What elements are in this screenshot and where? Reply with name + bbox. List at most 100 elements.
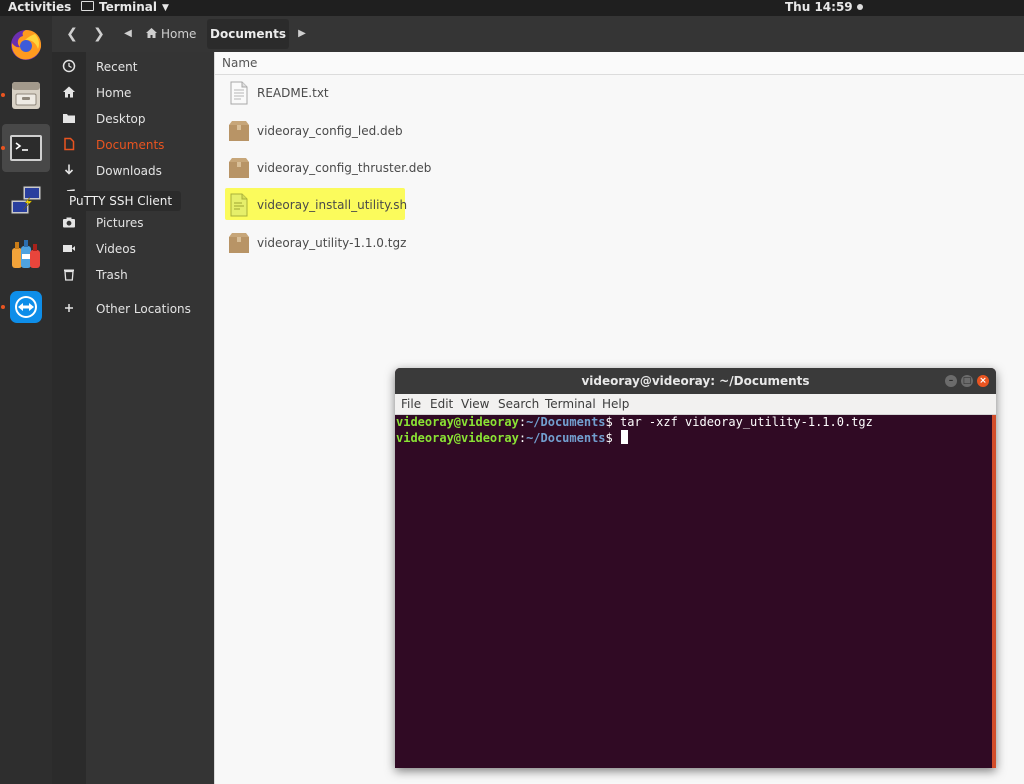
place-other-locations[interactable]: Other Locations: [52, 298, 214, 320]
chevron-down-icon: ▼: [162, 3, 169, 13]
dock-teamviewer[interactable]: [1, 283, 50, 331]
firefox-icon: [11, 30, 42, 60]
file-row[interactable]: videoray_install_utility.sh: [215, 187, 1024, 223]
file-row[interactable]: README.txt: [215, 75, 1024, 111]
place-label: Desktop: [96, 112, 146, 126]
dock-tooltip: PuTTY SSH Client: [60, 191, 182, 211]
path-left-arrow-icon[interactable]: ◀: [116, 20, 140, 48]
place-label: Downloads: [96, 164, 162, 178]
running-indicator: [1, 146, 5, 150]
document-icon: [64, 137, 75, 151]
terminal-menubar: File Edit View Search Terminal Help: [395, 394, 996, 415]
breadcrumb-home[interactable]: Home: [145, 20, 196, 48]
file-name: videoray_config_led.deb: [257, 124, 403, 138]
breadcrumb-home-label: Home: [161, 27, 197, 41]
dock-firefox[interactable]: [2, 20, 50, 68]
place-desktop[interactable]: Desktop: [52, 108, 214, 130]
prompt-separator: :: [518, 431, 527, 445]
prompt-user: videoray@videoray: [396, 431, 519, 445]
notification-dot-icon: [856, 4, 863, 10]
prompt-user: videoray@videoray: [396, 415, 519, 429]
place-label: Pictures: [96, 216, 144, 230]
forward-button[interactable]: ❯: [87, 20, 111, 48]
camera-icon: [63, 217, 75, 228]
text-cursor: [621, 430, 628, 444]
file-name: videoray_install_utility.sh: [257, 198, 408, 212]
file-name: videoray_config_thruster.deb: [257, 161, 432, 175]
package-icon: [229, 121, 249, 141]
dock-files[interactable]: [1, 71, 50, 119]
file-manager-header: ❮ ❯ ◀ Home Documents ▶: [52, 16, 1024, 52]
download-icon: [64, 164, 74, 175]
prompt-separator: :: [518, 415, 527, 429]
file-row[interactable]: videoray_utility-1.1.0.tgz: [215, 225, 1024, 261]
place-label: Trash: [96, 268, 128, 282]
place-label: Other Locations: [96, 302, 191, 316]
place-label: Recent: [96, 60, 138, 74]
terminal-titlebar[interactable]: videoray@videoray: ~/Documents – □ ×: [395, 368, 996, 394]
place-videos[interactable]: Videos: [52, 238, 214, 260]
clock-icon: [62, 59, 76, 73]
terminal-line: videoray@videoray:~/Documents$: [396, 430, 628, 446]
dock: [0, 16, 52, 784]
putty-icon: [10, 185, 42, 215]
clock[interactable]: Thu 14:59: [785, 0, 863, 16]
plus-icon: [65, 304, 73, 312]
menu-view[interactable]: View: [461, 394, 489, 414]
bottles-icon: [12, 240, 40, 268]
place-home[interactable]: Home: [52, 82, 214, 104]
dock-bottles[interactable]: [2, 230, 50, 278]
column-name-label: Name: [222, 56, 258, 70]
place-documents[interactable]: Documents: [52, 134, 214, 156]
prompt-path: ~/Documents: [526, 415, 606, 429]
place-label: Home: [96, 86, 132, 100]
minimize-button[interactable]: –: [945, 375, 957, 387]
file-name: README.txt: [257, 86, 329, 100]
file-row[interactable]: videoray_config_thruster.deb: [215, 150, 1024, 186]
video-icon: [63, 245, 75, 252]
maximize-button[interactable]: □: [961, 375, 973, 387]
breadcrumb-documents[interactable]: Documents: [207, 19, 289, 49]
terminal-icon: [10, 135, 42, 161]
command-text: tar -xzf videoray_utility-1.1.0.tgz: [620, 415, 873, 429]
menu-file[interactable]: File: [401, 394, 421, 414]
trash-icon: [64, 269, 74, 281]
prompt-symbol: $: [605, 431, 620, 445]
clock-label: Thu 14:59: [785, 0, 853, 14]
terminal-scrollbar[interactable]: [992, 415, 996, 768]
file-row[interactable]: videoray_config_led.deb: [215, 113, 1024, 149]
terminal-small-icon: [81, 1, 94, 11]
place-recent[interactable]: Recent: [52, 56, 214, 78]
place-label: Videos: [96, 242, 136, 256]
dock-putty[interactable]: [2, 177, 50, 225]
menu-help[interactable]: Help: [602, 394, 629, 414]
archive-icon: [229, 233, 249, 253]
app-menu[interactable]: Terminal ▼: [81, 0, 169, 16]
close-button[interactable]: ×: [977, 375, 989, 387]
text-file-icon: [230, 81, 248, 105]
terminal-window[interactable]: videoray@videoray: ~/Documents – □ × Fil…: [395, 368, 996, 768]
menu-search[interactable]: Search: [498, 394, 539, 414]
places-sidebar: Recent Home Desktop Documents Downloads …: [52, 52, 214, 784]
column-header[interactable]: Name: [215, 52, 1024, 75]
terminal-body[interactable]: videoray@videoray:~/Documents$ tar -xzf …: [395, 415, 992, 768]
menu-terminal[interactable]: Terminal: [545, 394, 596, 414]
home-icon: [63, 86, 75, 98]
folder-icon: [63, 114, 75, 123]
files-icon: [12, 82, 40, 109]
terminal-line: videoray@videoray:~/Documents$ tar -xzf …: [396, 415, 873, 430]
place-trash[interactable]: Trash: [52, 264, 214, 286]
teamviewer-icon: [10, 291, 42, 323]
dock-terminal[interactable]: [1, 124, 50, 172]
path-right-arrow-icon[interactable]: ▶: [290, 20, 314, 48]
place-downloads[interactable]: Downloads: [52, 160, 214, 182]
running-indicator: [1, 93, 5, 97]
place-pictures[interactable]: Pictures: [52, 212, 214, 234]
running-indicator: [1, 305, 5, 309]
menu-edit[interactable]: Edit: [430, 394, 453, 414]
activities-button[interactable]: Activities: [8, 0, 71, 16]
app-menu-label: Terminal: [99, 0, 158, 14]
place-label: Documents: [96, 138, 165, 152]
back-button[interactable]: ❮: [60, 20, 84, 48]
prompt-path: ~/Documents: [526, 431, 606, 445]
